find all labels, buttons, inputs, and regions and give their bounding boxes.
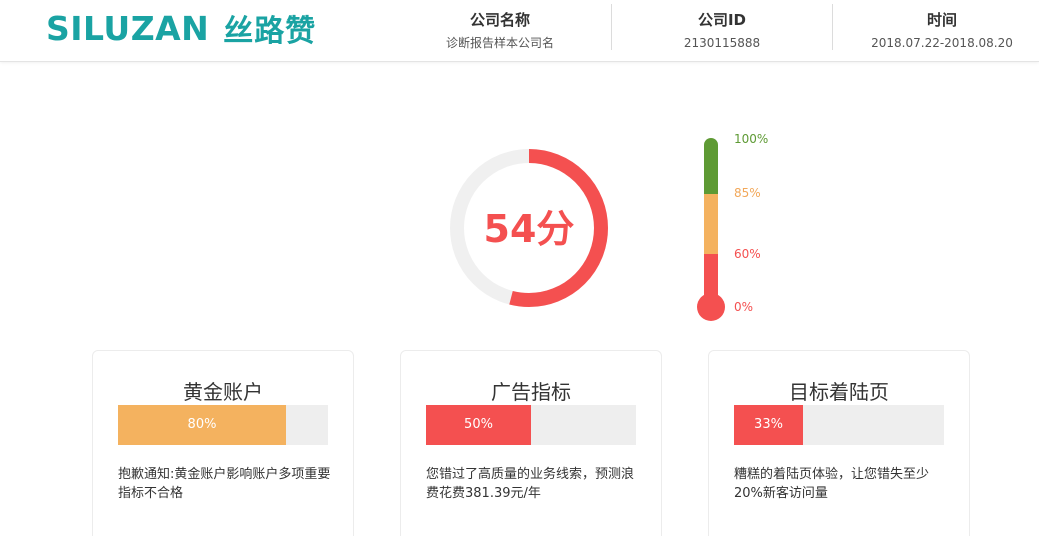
logo-text-cn: 丝路赞 bbox=[223, 14, 317, 49]
card-ad-metrics: 广告指标 50% 您错过了高质量的业务线索，预测浪费花费381.39元/年 bbox=[400, 350, 662, 536]
company-name-label: 公司名称 bbox=[469, 11, 530, 29]
card-description: 抱歉通知:黄金账户影响账户多项重要指标不合格 bbox=[118, 467, 331, 501]
card-description: 糟糕的着陆页体验，让您错失至少20%新客访问量 bbox=[734, 467, 930, 501]
card-description: 您错过了高质量的业务线索，预测浪费花费381.39元/年 bbox=[426, 467, 635, 501]
thermometer-green-fill bbox=[704, 185, 718, 194]
header: SILUZAN 丝路赞 公司名称 诊断报告样本公司名 公司ID 21301158… bbox=[0, 0, 1039, 62]
company-id-value: 2130115888 bbox=[683, 36, 761, 50]
card-title: 黄金账户 bbox=[183, 380, 263, 404]
company-name-block: 公司名称 诊断报告样本公司名 bbox=[420, 0, 580, 62]
time-value: 2018.07.22-2018.08.20 bbox=[871, 36, 1013, 50]
thermometer-label-100: 100% bbox=[734, 132, 769, 146]
progress-bar: 80% bbox=[118, 405, 328, 445]
score-value: 54分 bbox=[483, 207, 575, 251]
company-id-label: 公司ID bbox=[697, 11, 747, 29]
card-title: 广告指标 bbox=[491, 380, 571, 404]
company-id-block: 公司ID 2130115888 bbox=[652, 0, 792, 62]
thermometer-label-0: 0% bbox=[734, 300, 754, 314]
card-landing-page: 目标着陆页 33% 糟糕的着陆页体验，让您错失至少20%新客访问量 bbox=[708, 350, 970, 536]
card-title: 目标着陆页 bbox=[789, 380, 889, 404]
progress-bar: 33% bbox=[734, 405, 944, 445]
thermometer-bulb bbox=[697, 293, 725, 321]
card-gold-account: 黄金账户 80% 抱歉通知:黄金账户影响账户多项重要指标不合格 bbox=[92, 350, 354, 536]
progress-bar: 50% bbox=[426, 405, 636, 445]
thermometer-label-60: 60% bbox=[734, 247, 761, 261]
thermometer bbox=[697, 138, 725, 321]
thermometer-label-85: 85% bbox=[734, 186, 761, 200]
time-label: 时间 bbox=[926, 11, 957, 29]
logo[interactable]: SILUZAN 丝路赞 bbox=[46, 6, 316, 50]
company-name-value: 诊断报告样本公司名 bbox=[445, 36, 554, 50]
progress-text: 80% bbox=[187, 417, 217, 432]
progress-text: 50% bbox=[464, 417, 493, 432]
time-block: 时间 2018.07.22-2018.08.20 bbox=[862, 0, 1022, 62]
header-divider bbox=[611, 4, 612, 50]
thermometer-orange-segment bbox=[704, 194, 718, 254]
header-divider bbox=[832, 4, 833, 50]
progress-text: 33% bbox=[754, 417, 783, 432]
logo-text-en: SILUZAN bbox=[46, 8, 210, 48]
